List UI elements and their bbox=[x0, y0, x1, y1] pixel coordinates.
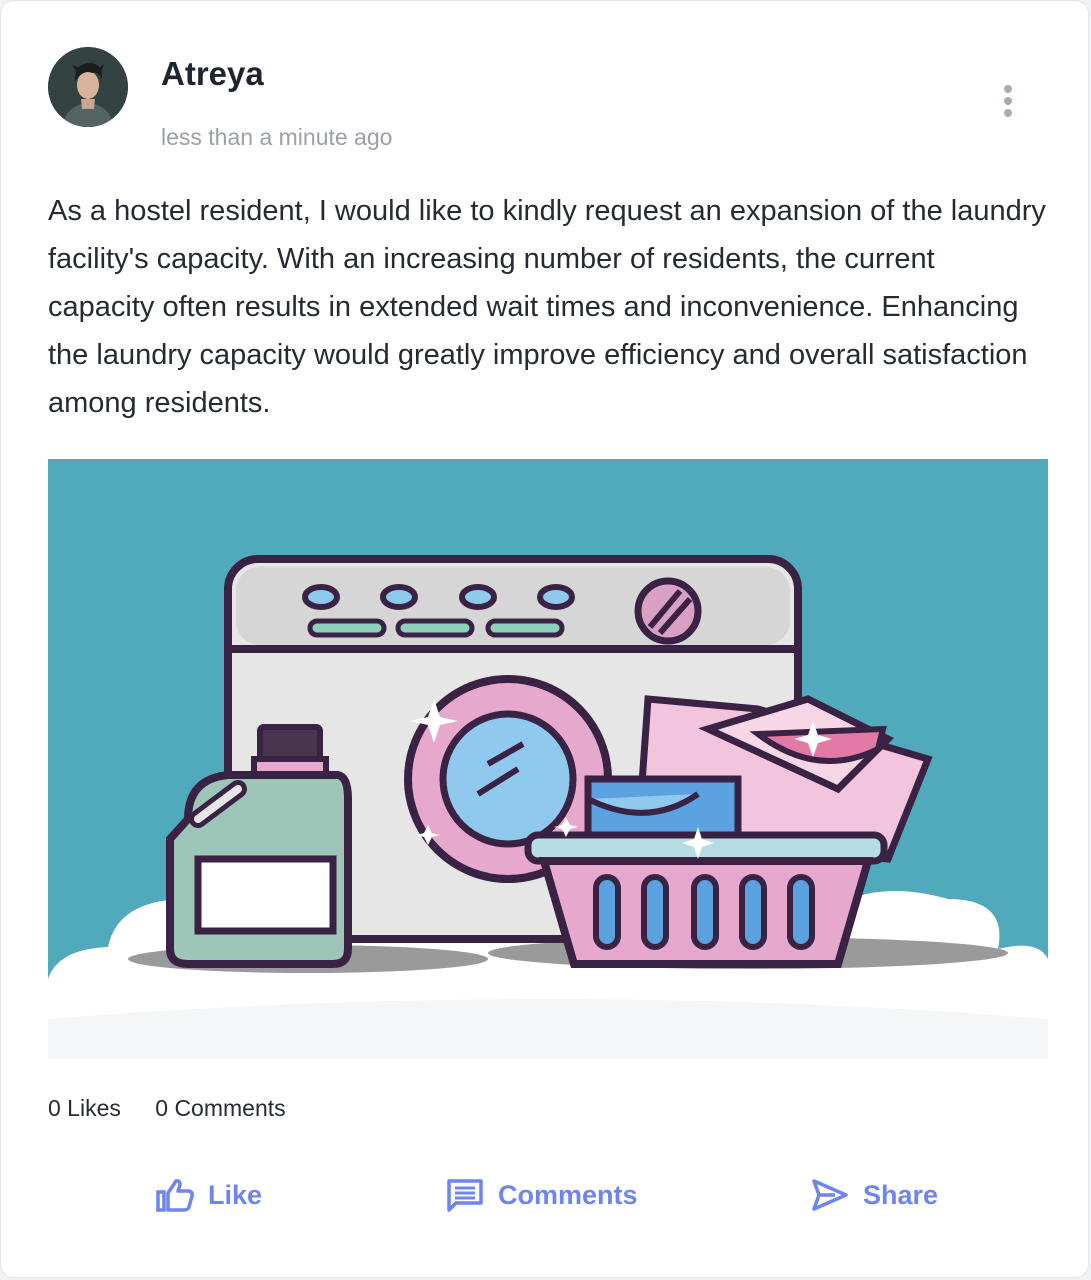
laundry-illustration bbox=[48, 459, 1048, 1059]
post-body: As a hostel resident, I would like to ki… bbox=[48, 195, 1046, 419]
comments-button[interactable]: Comments bbox=[446, 1173, 638, 1217]
author-name[interactable]: Atreya bbox=[161, 55, 264, 93]
send-icon bbox=[812, 1179, 848, 1211]
post-image[interactable] bbox=[48, 459, 1048, 1059]
post-stats: 0 Likes 0 Comments bbox=[48, 1095, 314, 1122]
post-timestamp: less than a minute ago bbox=[161, 124, 393, 150]
comment-icon bbox=[447, 1179, 483, 1212]
comments-label: Comments bbox=[498, 1179, 638, 1210]
more-options-button[interactable] bbox=[993, 81, 1023, 121]
like-label: Like bbox=[208, 1179, 263, 1210]
avatar[interactable] bbox=[48, 47, 128, 127]
share-label: Share bbox=[863, 1179, 939, 1210]
comments-count[interactable]: 0 Comments bbox=[155, 1095, 285, 1121]
more-vertical-icon bbox=[993, 85, 1023, 117]
avatar-image bbox=[48, 47, 128, 127]
post-card: Atreya less than a minute ago As a hoste… bbox=[0, 0, 1089, 1278]
thumbs-up-icon bbox=[156, 1179, 194, 1212]
likes-count[interactable]: 0 Likes bbox=[48, 1095, 121, 1121]
like-button[interactable]: Like bbox=[156, 1173, 262, 1217]
share-button[interactable]: Share bbox=[811, 1173, 938, 1217]
